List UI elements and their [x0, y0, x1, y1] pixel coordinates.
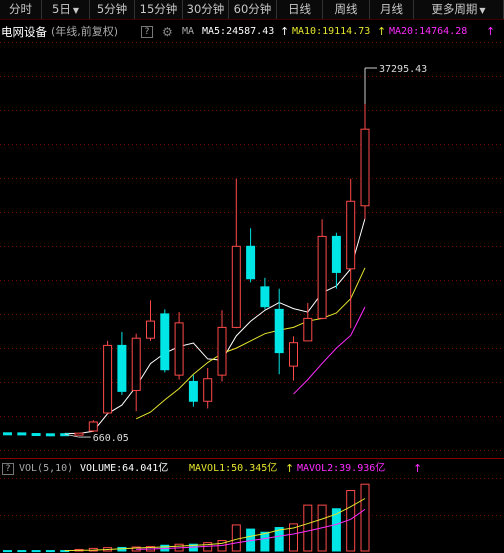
candle	[274, 288, 284, 375]
volume-bar	[45, 550, 55, 553]
candle	[289, 336, 298, 381]
candle-body	[274, 308, 284, 354]
volume-bar	[360, 483, 370, 552]
candle-body	[260, 286, 270, 308]
candle	[360, 104, 370, 220]
candle-body	[88, 421, 98, 432]
candle-body	[346, 200, 356, 270]
candle	[346, 178, 356, 329]
candle-body	[203, 378, 213, 402]
candle-body	[131, 337, 141, 391]
volume-bar	[231, 524, 241, 552]
candle	[246, 228, 256, 283]
ma10-line	[135, 267, 366, 420]
candle	[331, 232, 341, 289]
candle-body	[246, 245, 256, 280]
volume-indicator-title: VOL(5,10)	[19, 463, 74, 474]
candle-body	[303, 317, 313, 342]
candle-body	[331, 235, 341, 273]
candle-body	[289, 342, 298, 367]
candle-body	[45, 433, 55, 437]
candle-body	[317, 235, 327, 319]
mavol1-value: MAVOL1:50.345亿	[189, 463, 278, 474]
low-marker: 660.05	[64, 433, 129, 444]
candle	[131, 333, 141, 412]
candle	[88, 420, 98, 432]
candle	[31, 433, 41, 437]
candles	[3, 104, 370, 437]
candle-body	[188, 380, 198, 402]
volume-bar	[17, 550, 27, 553]
candle-body	[74, 432, 84, 436]
volume-bar	[260, 531, 270, 552]
mavol2-up-arrow-icon: ↑	[413, 462, 423, 475]
candle-body	[217, 326, 227, 376]
candle	[317, 219, 327, 320]
candle	[103, 340, 113, 414]
candle	[217, 310, 227, 382]
high-price-label: 37295.43	[379, 64, 427, 75]
volume-value: VOLUME:64.041亿	[80, 463, 169, 474]
help-icon: ?	[2, 463, 14, 475]
low-price-label: 660.05	[93, 433, 129, 444]
candle-body	[117, 344, 127, 392]
volume-bar	[3, 550, 12, 553]
candle-body	[231, 245, 241, 328]
candle-body	[31, 433, 41, 437]
mavol2-value: MAVOL2:39.936亿	[297, 463, 386, 474]
candle	[146, 300, 155, 341]
candle	[174, 312, 184, 380]
volume-bars	[3, 483, 370, 553]
candle	[260, 277, 270, 310]
volume-legend: ? VOL(5,10) VOLUME:64.041亿 MAVOL1:50.345…	[0, 461, 504, 477]
candle	[160, 309, 170, 373]
candle-body	[103, 344, 113, 414]
candle-body	[146, 320, 155, 339]
candle	[17, 432, 27, 436]
candle	[74, 432, 84, 436]
candle-body	[3, 432, 12, 436]
candle-body	[17, 432, 27, 436]
candle-body	[360, 128, 370, 207]
candle	[203, 367, 213, 409]
mavol1-up-arrow-icon: ↑	[285, 462, 295, 475]
candle-body	[174, 322, 184, 376]
candle	[45, 433, 55, 437]
candle	[231, 178, 241, 329]
candle	[3, 432, 12, 436]
candle	[188, 375, 198, 407]
high-marker: 37295.43	[364, 64, 427, 104]
volume-bar	[303, 504, 313, 552]
candle	[117, 331, 127, 395]
volume-bar	[31, 550, 41, 553]
candle-body	[160, 313, 170, 371]
